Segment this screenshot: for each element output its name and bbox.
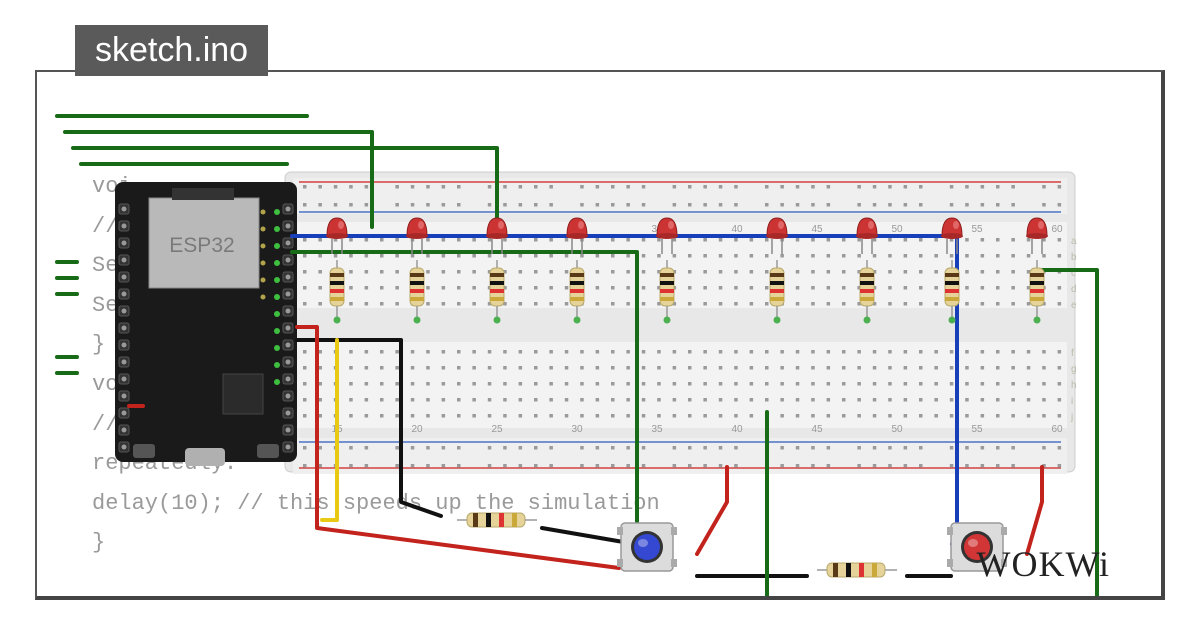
svg-text:d: d — [1071, 284, 1077, 295]
svg-text:a: a — [1071, 236, 1077, 247]
svg-text:40: 40 — [731, 224, 743, 235]
svg-text:25: 25 — [491, 424, 503, 435]
svg-text:e: e — [1071, 300, 1077, 311]
svg-text:j: j — [1070, 412, 1073, 423]
svg-text:55: 55 — [971, 224, 983, 235]
svg-text:i: i — [1071, 396, 1073, 407]
svg-text:b: b — [1071, 252, 1077, 263]
svg-text:h: h — [1071, 380, 1077, 391]
svg-text:50: 50 — [891, 224, 903, 235]
circuit-diagram[interactable]: 15 20 25 30 35 40 45 50 55 60 15 20 25 3… — [37, 72, 1165, 600]
svg-text:30: 30 — [571, 424, 583, 435]
esp32-pins-left — [119, 204, 129, 452]
filename-tab[interactable]: sketch.ino — [75, 25, 268, 76]
svg-text:f: f — [1071, 348, 1074, 359]
svg-text:45: 45 — [811, 224, 823, 235]
esp32-pins-right — [283, 204, 293, 452]
esp32-board[interactable]: ESP32 — [115, 182, 297, 466]
buttons-group — [617, 523, 1007, 571]
svg-text:60: 60 — [1051, 224, 1063, 235]
filename-label: sketch.ino — [95, 31, 248, 69]
svg-text:45: 45 — [811, 424, 823, 435]
svg-text:20: 20 — [411, 424, 423, 435]
svg-text:40: 40 — [731, 424, 743, 435]
diagram-frame: voi // Se Se } voi // put your main code… — [35, 70, 1165, 600]
esp32-label: ESP32 — [169, 234, 234, 257]
svg-text:g: g — [1071, 364, 1077, 375]
wokwi-logo: WOKWi — [976, 543, 1110, 585]
svg-text:50: 50 — [891, 424, 903, 435]
svg-text:35: 35 — [651, 424, 663, 435]
svg-text:60: 60 — [1051, 424, 1063, 435]
resistors-horizontal — [457, 513, 897, 577]
svg-text:55: 55 — [971, 424, 983, 435]
